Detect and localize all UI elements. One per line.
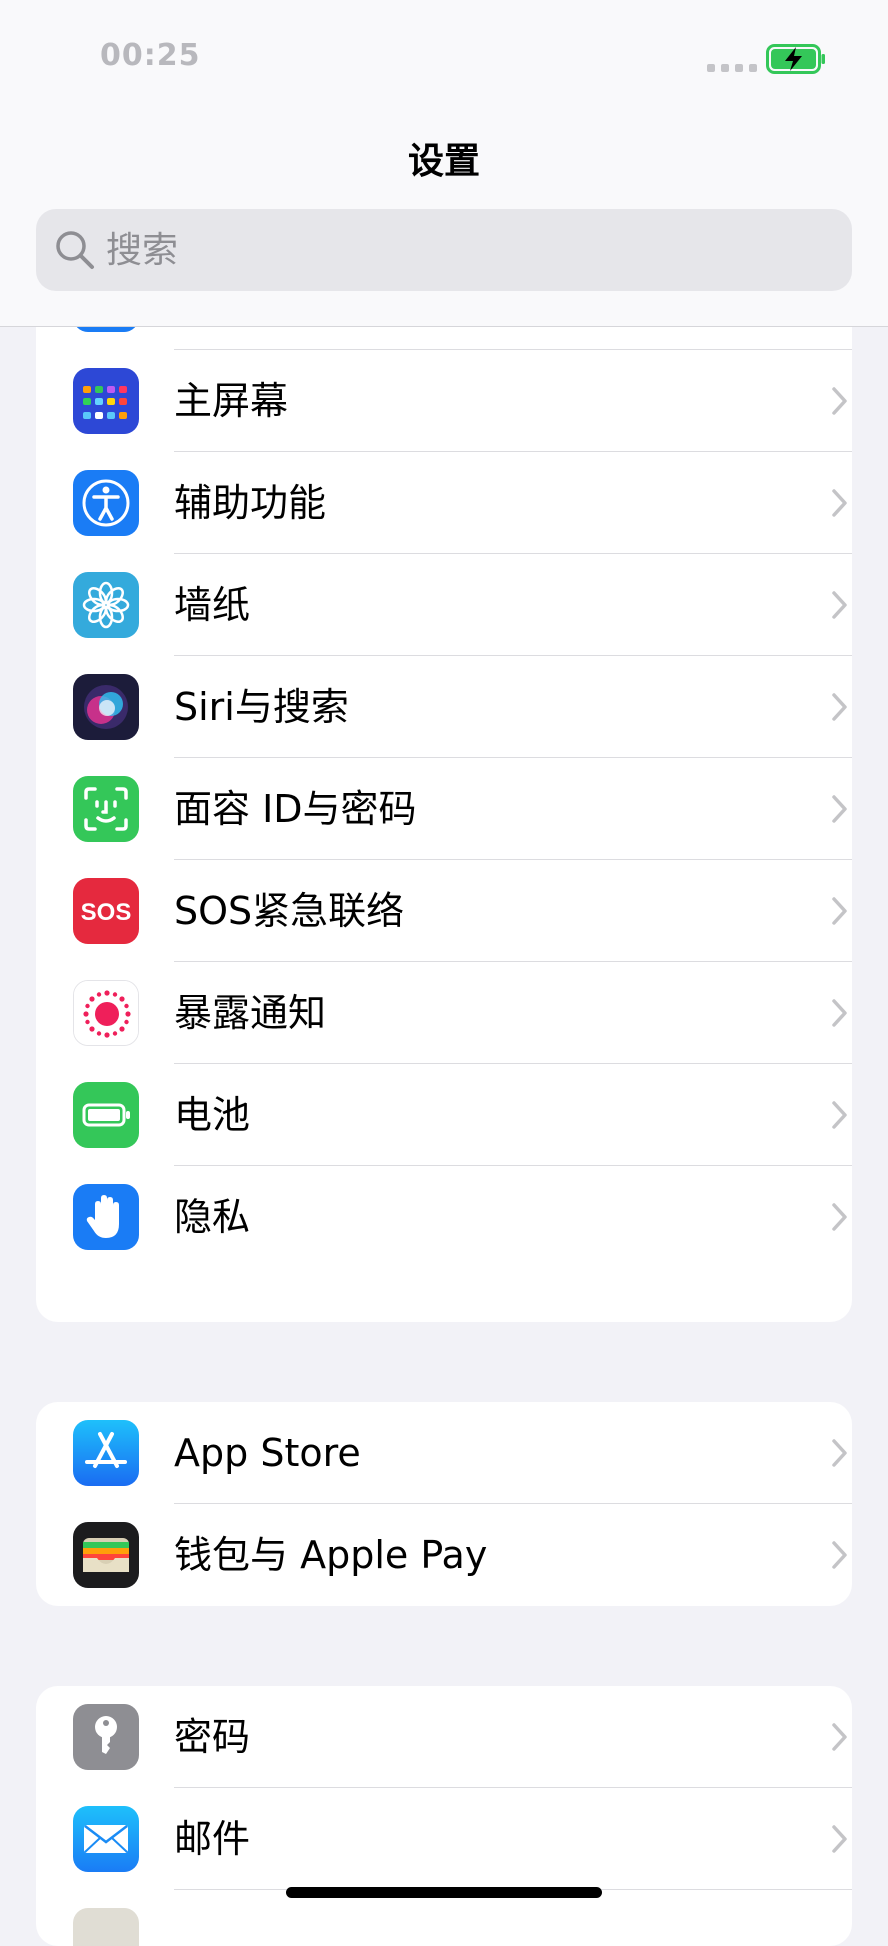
row-label: 密码 [174, 1715, 251, 1759]
svg-text:SOS: SOS [81, 899, 132, 926]
mail-icon [73, 1806, 139, 1872]
row-label: Siri与搜索 [174, 685, 349, 729]
chevron-right-icon [832, 693, 847, 721]
chevron-right-icon [832, 489, 847, 517]
chevron-right-icon [832, 1825, 847, 1853]
app-icon-partial [73, 1908, 139, 1946]
settings-row-mail[interactable]: 邮件 [36, 1788, 852, 1890]
settings-row-app-store[interactable]: App Store [36, 1402, 852, 1504]
key-icon [73, 1704, 139, 1770]
settings-row-siri-search[interactable]: Siri与搜索 [36, 656, 852, 758]
settings-row-face-id-passcode[interactable]: 面容 ID与密码 [36, 758, 852, 860]
row-label: 电池 [174, 1093, 251, 1137]
wallet-icon [73, 1522, 139, 1588]
row-label: 辅助功能 [174, 481, 327, 525]
settings-group-3: 密码 邮件 [36, 1686, 852, 1946]
battery-charging-icon [766, 44, 825, 74]
settings-row-home-screen[interactable]: 主屏幕 [36, 350, 852, 452]
exposure-notification-icon [73, 980, 139, 1046]
wallpaper-icon [73, 572, 139, 638]
settings-row-exposure-notifications[interactable]: 暴露通知 [36, 962, 852, 1064]
cellular-signal-icon [707, 64, 757, 72]
status-time: 00:25 [100, 38, 201, 73]
privacy-hand-icon [73, 1184, 139, 1250]
search-input[interactable] [106, 209, 806, 291]
row-label: 墙纸 [174, 583, 251, 627]
navigation-bar: 00:25 设置 [0, 0, 888, 327]
chevron-right-icon [832, 1101, 847, 1129]
settings-row-privacy[interactable]: 隐私 [36, 1166, 852, 1268]
chevron-right-icon [832, 999, 847, 1027]
row-label: 钱包与 Apple Pay [174, 1533, 488, 1577]
settings-row-accessibility[interactable]: 辅助功能 [36, 452, 852, 554]
face-id-icon [73, 776, 139, 842]
row-label: SOS紧急联络 [174, 889, 405, 933]
accessibility-icon [73, 470, 139, 536]
search-bar[interactable] [36, 209, 852, 291]
chevron-right-icon [832, 1541, 847, 1569]
settings-group-1: AA 显示与亮度 主屏幕 辅助功能 [36, 280, 852, 1322]
row-label: 面容 ID与密码 [174, 787, 417, 831]
row-label: 暴露通知 [174, 991, 327, 1035]
settings-row-battery[interactable]: 电池 [36, 1064, 852, 1166]
settings-row-wallet-apple-pay[interactable]: 钱包与 Apple Pay [36, 1504, 852, 1606]
app-store-icon [73, 1420, 139, 1486]
sos-icon: SOS [73, 878, 139, 944]
settings-row-passwords[interactable]: 密码 [36, 1686, 852, 1788]
settings-row-emergency-sos[interactable]: SOS SOS紧急联络 [36, 860, 852, 962]
chevron-right-icon [832, 1203, 847, 1231]
chevron-right-icon [832, 1723, 847, 1751]
settings-row-wallpaper[interactable]: 墙纸 [36, 554, 852, 656]
siri-icon [73, 674, 139, 740]
settings-row-partial[interactable] [36, 1890, 852, 1946]
status-bar: 00:25 [0, 0, 888, 110]
chevron-right-icon [832, 387, 847, 415]
chevron-right-icon [832, 591, 847, 619]
chevron-right-icon [832, 1439, 847, 1467]
settings-group-2: App Store 钱包与 Apple Pay [36, 1402, 852, 1606]
row-label: App Store [174, 1431, 361, 1475]
row-label: 邮件 [174, 1817, 251, 1861]
row-label: 隐私 [174, 1195, 251, 1239]
chevron-right-icon [832, 897, 847, 925]
search-icon [56, 231, 94, 269]
chevron-right-icon [832, 795, 847, 823]
row-label: 主屏幕 [174, 379, 289, 423]
battery-icon [73, 1082, 139, 1148]
page-title: 设置 [407, 141, 480, 182]
home-indicator[interactable] [286, 1887, 602, 1898]
home-screen-icon [73, 368, 139, 434]
